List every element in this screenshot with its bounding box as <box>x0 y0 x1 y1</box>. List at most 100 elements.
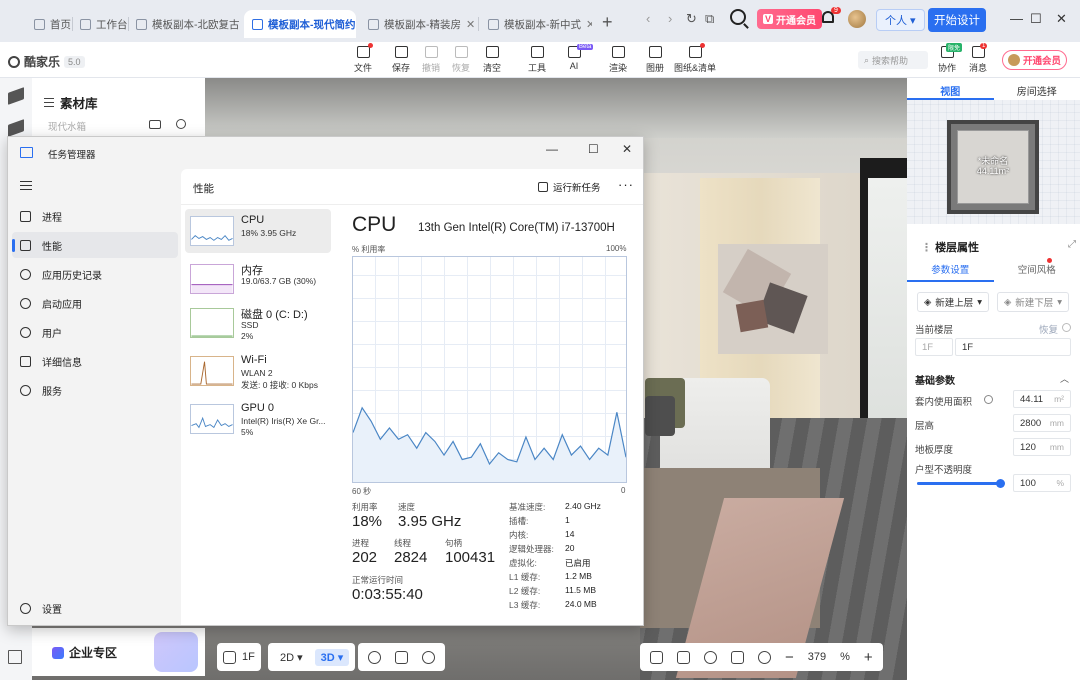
resource-wifi[interactable]: Wi-Fi WLAN 2 发送: 0 接收: 0 Kbps <box>185 349 331 393</box>
view-3d-button[interactable]: 3D ▾ <box>314 648 350 666</box>
resource-memory[interactable]: 内存 19.0/63.7 GB (30%) <box>185 257 331 301</box>
info-icon <box>984 395 993 404</box>
refresh-icon[interactable]: ↻ <box>686 11 697 27</box>
eye-icon[interactable] <box>368 650 381 664</box>
forward-icon[interactable]: › <box>668 11 672 26</box>
enterprise-zone[interactable]: 企业专区 <box>32 628 205 676</box>
tool-file-button[interactable]: 文件 <box>348 43 378 74</box>
tab-view[interactable]: 视图 <box>907 78 994 100</box>
fit-view-icon[interactable] <box>731 650 744 664</box>
opacity-input[interactable]: 100% <box>1013 474 1071 492</box>
screenshot-icon[interactable] <box>677 650 690 664</box>
layers-icon[interactable] <box>8 119 24 137</box>
nav-performance[interactable]: 性能 <box>12 232 178 258</box>
chevron-up-icon[interactable]: ︿ <box>1060 372 1069 385</box>
tool-render-button[interactable]: 渲染 <box>603 46 633 74</box>
panel-icon[interactable] <box>8 650 22 664</box>
maximize-icon[interactable]: ☐ <box>588 142 599 156</box>
cube-icon[interactable] <box>8 87 24 105</box>
minimize-icon[interactable]: — <box>1010 11 1023 26</box>
tab-template-chinese[interactable]: 模板副本-新中式 ✕ <box>480 10 592 38</box>
task-manager-titlebar[interactable]: 任务管理器 — ☐ ✕ <box>8 137 645 169</box>
search-icon[interactable] <box>730 9 746 25</box>
new-tab-button[interactable]: + <box>602 12 613 33</box>
collab-button[interactable]: 限免 协作 <box>932 43 962 74</box>
tab-template-finished[interactable]: 模板副本-精装房 ✕ <box>360 10 474 38</box>
resource-cpu[interactable]: CPU 18% 3.95 GHz <box>185 209 331 253</box>
hamburger-icon[interactable] <box>20 181 32 190</box>
nav-users[interactable]: 用户 <box>12 319 178 345</box>
minimize-icon[interactable]: — <box>546 142 558 156</box>
add-floor-down-button[interactable]: ◈ 新建下层 ▾ <box>997 292 1069 312</box>
settings-icon[interactable] <box>704 650 717 664</box>
nav-services[interactable]: 服务 <box>12 377 178 403</box>
nav-settings[interactable]: 设置 <box>12 595 178 621</box>
vip-button[interactable]: V 开通会员 <box>757 9 823 29</box>
notification-bell-icon[interactable]: 9 <box>820 7 841 26</box>
tab-params[interactable]: 参数设置 <box>907 262 994 282</box>
zoom-area-icon[interactable] <box>758 650 771 664</box>
camera-search-icon[interactable] <box>149 120 161 129</box>
messages-button[interactable]: 1 消息 <box>963 43 993 74</box>
add-floor-up-button[interactable]: ◈ 新建上层 ▾ <box>917 292 989 312</box>
history-icon <box>20 268 31 280</box>
vip-button-toolbar[interactable]: 开通会员 <box>1002 50 1068 70</box>
expand-icon[interactable]: ⤢ <box>1068 239 1076 250</box>
tool-tools-button[interactable]: 工具 <box>522 46 552 74</box>
slab-thickness-input[interactable]: 120 mm <box>1013 438 1071 456</box>
tool-undo-button[interactable]: 撤销 <box>416 46 446 74</box>
zoom-level: 379 <box>807 651 827 663</box>
height-input[interactable]: 2800 mm <box>1013 414 1071 432</box>
help-search-input[interactable]: ⌕ 搜索帮助 <box>858 51 928 69</box>
cube-icon[interactable] <box>395 650 408 664</box>
more-options-button[interactable]: ··· <box>618 177 634 192</box>
view-2d-button[interactable]: 2D ▾ <box>274 649 309 666</box>
tool-clear-button[interactable]: 清空 <box>477 46 507 74</box>
close-icon[interactable]: ✕ <box>622 142 632 156</box>
zoom-out-button[interactable]: − <box>785 649 794 666</box>
close-window-icon[interactable]: ✕ <box>1056 11 1067 27</box>
speed-label: 速度 <box>398 502 416 512</box>
tool-drawings-button[interactable]: 图纸&清单 <box>672 43 718 74</box>
tool-redo-button[interactable]: 恢复 <box>446 46 476 74</box>
tool-save-button[interactable]: 保存 <box>386 46 416 74</box>
opacity-slider[interactable] <box>917 479 1005 488</box>
home-icon <box>34 18 45 30</box>
gauge-icon[interactable] <box>422 650 435 664</box>
tab-workbench[interactable]: 工作台 <box>72 10 130 38</box>
minimap-room[interactable]: *未命名 44.11m² <box>947 120 1039 214</box>
slider-handle[interactable] <box>996 479 1005 488</box>
slab-label: 地板厚度 <box>915 445 954 456</box>
avatar[interactable] <box>848 10 866 28</box>
back-icon[interactable]: ‹ <box>646 11 650 26</box>
restore-link[interactable]: 恢复 <box>1039 322 1058 336</box>
nav-app-history[interactable]: 应用历史记录 <box>12 261 178 287</box>
tool-album-button[interactable]: 图册 <box>640 46 670 74</box>
nav-startup-apps[interactable]: 启动应用 <box>12 290 178 316</box>
minimap[interactable]: *未命名 44.11m² <box>907 100 1080 224</box>
floor-name-input[interactable]: 1F <box>955 338 1071 356</box>
material-search-input[interactable]: 现代水箱 <box>40 116 190 136</box>
resource-disk[interactable]: 磁盘 0 (C: D:) SSD 2% <box>185 301 331 345</box>
close-icon[interactable]: ✕ <box>466 18 474 31</box>
close-icon[interactable]: ✕ <box>586 18 592 31</box>
nav-processes[interactable]: 进程 <box>12 203 178 229</box>
tab-template-modern[interactable]: 模板副本-现代简约✕ <box>244 10 356 38</box>
window-icon[interactable]: ⧉ <box>705 11 714 27</box>
resource-gpu[interactable]: GPU 0 Intel(R) Iris(R) Xe Gr... 5% <box>185 397 331 441</box>
zoom-in-button[interactable]: + <box>864 649 873 666</box>
uptime-value: 0:03:55:40 <box>352 586 423 603</box>
personal-dropdown[interactable]: 个人 ▾ <box>876 9 925 31</box>
tab-room-select[interactable]: 房间选择 <box>994 78 1080 100</box>
nav-details[interactable]: 详细信息 <box>12 348 178 374</box>
tab-home[interactable]: 首页 <box>26 10 76 38</box>
tool-ai-button[interactable]: Beta AI <box>559 44 594 71</box>
maximize-icon[interactable]: ☐ <box>1030 11 1042 27</box>
start-design-button[interactable]: 开始设计 <box>928 8 986 32</box>
tab-template-nordic[interactable]: 模板副本-北欧复古✕ <box>128 10 240 38</box>
search-icon[interactable] <box>176 119 186 129</box>
run-new-task-button[interactable]: 运行新任务 <box>538 180 601 194</box>
floor-selector[interactable]: 1F <box>217 643 261 671</box>
image-icon[interactable] <box>650 650 663 664</box>
tab-space-style[interactable]: 空间风格 <box>994 262 1080 282</box>
